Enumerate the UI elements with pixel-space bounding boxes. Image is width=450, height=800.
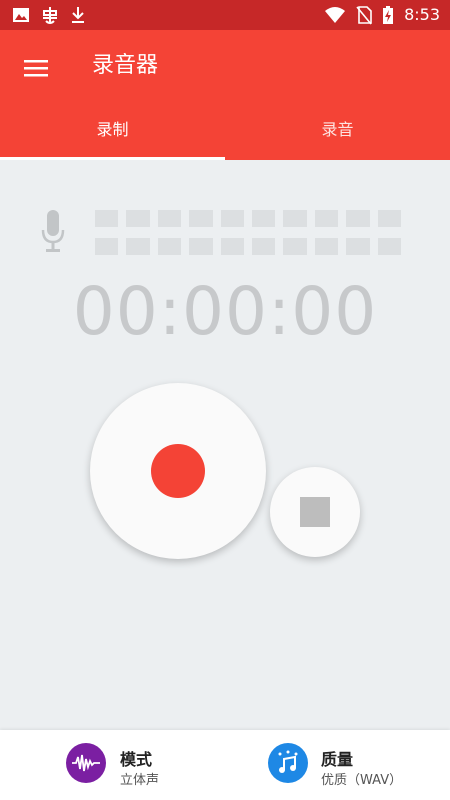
record-button[interactable]	[90, 383, 266, 559]
microphone-icon	[41, 210, 65, 252]
mode-setting[interactable]: 模式 立体声	[0, 730, 225, 800]
level-cell	[126, 238, 150, 255]
level-row	[95, 238, 402, 255]
level-cell	[220, 238, 245, 255]
level-cell	[377, 238, 402, 255]
quality-value: 优质（WAV）	[321, 773, 403, 788]
level-cell	[252, 210, 276, 227]
level-cell	[157, 238, 182, 255]
bottom-bar: 模式 立体声 质量 优质（WAV）	[0, 730, 450, 800]
level-cell	[157, 210, 182, 227]
music-note-icon	[268, 743, 308, 783]
status-time: 8:53	[404, 5, 440, 24]
level-cell	[377, 210, 402, 227]
level-cell	[95, 238, 119, 255]
level-cell	[252, 238, 276, 255]
menu-button[interactable]	[14, 46, 58, 90]
mode-title: 模式	[120, 750, 153, 769]
app-title: 录音器	[92, 53, 159, 78]
tab-record[interactable]: 录制	[0, 112, 225, 160]
level-cell	[126, 210, 150, 227]
mode-value: 立体声	[120, 773, 160, 788]
level-cell	[283, 238, 307, 255]
level-cell	[95, 210, 119, 227]
battery-charging-icon	[383, 6, 394, 24]
app-bar: 录音器 录制 录音	[0, 30, 450, 160]
level-meter	[95, 210, 402, 266]
wifi-icon	[325, 7, 346, 23]
level-cell	[314, 210, 339, 227]
menu-icon	[24, 60, 48, 77]
recording-timer: 00:00:00	[72, 273, 378, 350]
quality-title: 质量	[321, 750, 354, 769]
status-bar: 8:53	[0, 0, 450, 30]
image-icon	[13, 8, 29, 22]
level-cell	[283, 210, 307, 227]
waveform-icon	[66, 743, 106, 783]
download-icon	[72, 7, 84, 23]
level-cell	[346, 238, 370, 255]
tab-recordings[interactable]: 录音	[225, 112, 450, 160]
level-cell	[314, 238, 339, 255]
record-icon	[151, 444, 205, 498]
level-row	[95, 210, 402, 227]
quality-setting[interactable]: 质量 优质（WAV）	[225, 730, 450, 800]
level-cell	[220, 210, 245, 227]
level-cell	[189, 238, 213, 255]
level-cell	[189, 210, 213, 227]
stop-button[interactable]	[270, 467, 360, 557]
no-sim-icon	[356, 6, 372, 25]
level-cell	[346, 210, 370, 227]
stop-icon	[300, 497, 330, 527]
bug-icon	[43, 7, 57, 24]
tab-indicator	[0, 157, 225, 160]
